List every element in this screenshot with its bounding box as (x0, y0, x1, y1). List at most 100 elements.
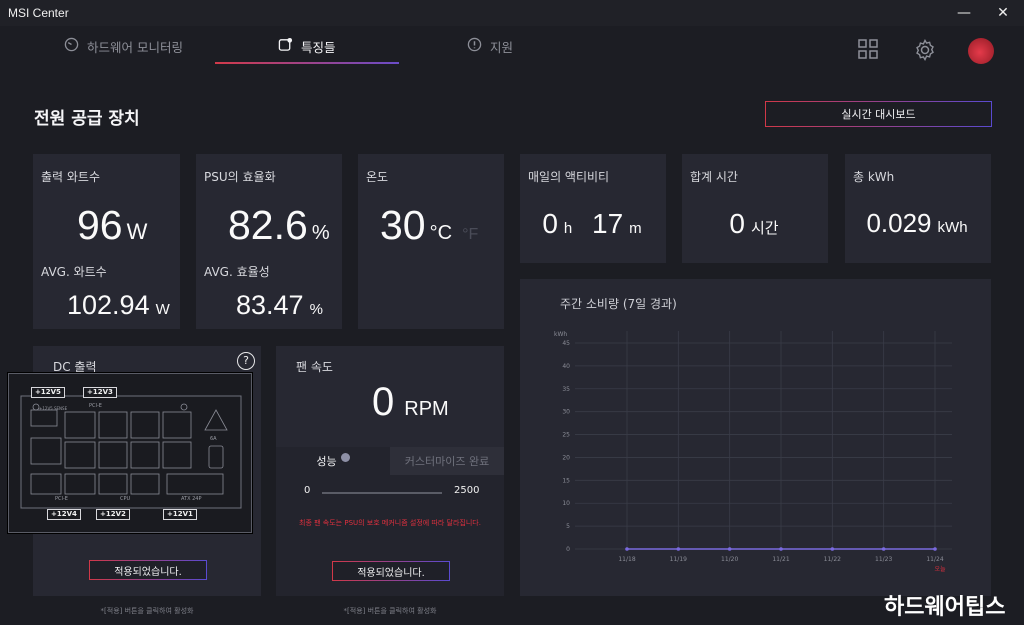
msi-center-window: MSI Center — ✕ 하드웨어 모니터링 특징들 지원 전원 공급 장치… (0, 0, 1024, 625)
psu-efficiency-card: PSU의 효율화 82.6% AVG. 효율성 83.47% (196, 154, 342, 329)
tab-features[interactable]: 특징들 (278, 26, 336, 66)
tab-label: 특징들 (301, 39, 336, 55)
fan-apply-button[interactable]: 적용되었습니다. (332, 561, 450, 581)
avg-efficiency-label: AVG. 효율성 (204, 265, 270, 279)
y-tick-label: 15 (562, 477, 570, 484)
total-time-unit: 시간 (750, 220, 779, 237)
fan-slider[interactable] (322, 492, 442, 494)
temperature-value: 30 °C °F (380, 202, 478, 249)
temperature-card: 온도 30 °C °F (358, 154, 504, 329)
slider-max: 2500 (454, 485, 480, 496)
data-point (933, 547, 937, 551)
title-bar: MSI Center — ✕ (0, 0, 1024, 26)
fan-settings-body: 0 2500 최종 팬 속도는 PSU의 보호 메커니즘 설정에 따라 달라집니… (276, 475, 504, 596)
grid-icon[interactable] (857, 38, 881, 62)
daily-activity-label: 매일의 액티비티 (528, 170, 610, 184)
data-point (727, 547, 732, 551)
fan-warning: 최종 팬 속도는 PSU의 보호 메커니즘 설정에 따라 달라집니다. (299, 519, 481, 527)
x-tick-label: 11/18 (618, 556, 635, 563)
minimize-button[interactable]: — (954, 4, 974, 22)
daily-activity-value: 0h 17 m (520, 208, 666, 240)
output-watts-card: 출력 와트수 96 W AVG. 와트수 102.94 W (33, 154, 180, 329)
y-tick-label: 25 (562, 432, 570, 439)
support-icon (467, 37, 482, 55)
rail-12v5-label: +12V5 (31, 387, 65, 398)
tab-hardware-monitoring[interactable]: 하드웨어 모니터링 (64, 26, 183, 66)
daily-activity-card: 매일의 액티비티 0h 17 m (520, 154, 666, 263)
fan-speed-number: 0 (372, 380, 395, 424)
gear-icon[interactable] (913, 38, 937, 62)
today-label: 오늘 (934, 566, 946, 573)
help-icon[interactable]: ? (237, 352, 255, 370)
features-icon (278, 37, 293, 55)
data-point (830, 547, 835, 551)
fan-speed-value: 0 RPM (372, 380, 449, 425)
total-time-number: 0 (729, 208, 745, 239)
rail-12v3-label: +12V3 (83, 387, 117, 398)
rail-12v4-label: +12V4 (47, 509, 81, 520)
avg-efficiency-unit: % (309, 301, 323, 318)
data-point (625, 547, 629, 551)
fahrenheit-toggle[interactable]: °F (462, 226, 478, 243)
efficiency-label: PSU의 효율화 (204, 170, 276, 184)
x-tick-label: 11/19 (670, 556, 687, 563)
output-watts-label: 출력 와트수 (41, 170, 101, 184)
fan-apply-hint: *[적용] 버튼을 클릭하여 활성화 (343, 607, 437, 615)
total-kwh-number: 0.029 (866, 208, 932, 238)
y-tick-label: 20 (562, 454, 570, 461)
efficiency-number: 82.6 (228, 202, 308, 248)
close-button[interactable]: ✕ (993, 4, 1013, 22)
gauge-icon (64, 37, 79, 55)
total-kwh-value: 0.029 kWh (845, 208, 991, 239)
data-point (676, 547, 681, 551)
avg-efficiency-number: 83.47 (236, 290, 304, 320)
tab-support[interactable]: 지원 (467, 26, 513, 66)
avg-watts-number: 102.94 (67, 290, 150, 320)
avg-watts-label: AVG. 와트수 (41, 265, 107, 279)
avg-efficiency-value: 83.47% (236, 290, 323, 321)
rail-12v2-label: +12V2 (96, 509, 130, 520)
celsius-toggle[interactable]: °C (430, 222, 452, 244)
y-tick-label: 5 (566, 523, 570, 530)
activity-minutes-unit: m (629, 220, 642, 237)
realtime-dashboard-button[interactable]: 실시간 대시보드 (765, 101, 992, 127)
temperature-number: 30 (380, 202, 426, 248)
activity-hours: 0 (542, 208, 558, 239)
avg-watts-value: 102.94 W (67, 290, 170, 321)
page-title: 전원 공급 장치 (34, 109, 140, 129)
tab-label: 지원 (490, 39, 514, 55)
fan-speed-label: 팬 속도 (296, 360, 333, 374)
total-kwh-label: 총 kWh (853, 170, 895, 184)
total-kwh-card: 총 kWh 0.029 kWh (845, 154, 991, 263)
active-tab-indicator (215, 62, 399, 64)
pcie-label-top: PCI-E (89, 403, 102, 409)
y-tick-label: 30 (562, 409, 570, 416)
slider-min: 0 (304, 485, 311, 496)
data-point (881, 547, 886, 551)
total-kwh-unit: kWh (937, 219, 968, 236)
atx24p-label: ATX 24P (181, 496, 202, 502)
total-time-card: 합계 시간 0 시간 (682, 154, 828, 263)
psu-connector-diagram: +12V5 +12V3 +12V4 +12V2 +12V1 +12V5 SENS… (8, 373, 252, 533)
y-tick-label: 45 (562, 340, 570, 347)
efficiency-unit: % (311, 222, 330, 244)
tab-label: 하드웨어 모니터링 (87, 39, 183, 55)
dc-apply-button[interactable]: 적용되었습니다. (89, 560, 207, 580)
efficiency-value: 82.6% (228, 202, 330, 249)
dragon-avatar-icon[interactable] (968, 38, 994, 64)
tab-customize[interactable]: 커스터마이즈 완료 (390, 447, 504, 475)
x-tick-label: 11/20 (721, 556, 738, 563)
fan-speed-unit: RPM (404, 398, 449, 420)
dc-apply-hint: *[적용] 버튼을 클릭하여 활성화 (100, 607, 194, 615)
weekly-consumption-panel: 주간 소비량 (7일 경과) kWh 0 5 10 15 20 25 30 35 40 45 11/1… (520, 279, 991, 596)
total-time-value: 0 시간 (682, 208, 828, 240)
temperature-label: 온도 (366, 170, 389, 184)
avg-watts-unit: W (155, 301, 170, 318)
y-tick-label: 0 (566, 546, 570, 553)
y-axis-label: kWh (554, 331, 567, 338)
total-time-label: 합계 시간 (690, 170, 738, 184)
activity-minutes: 17 (592, 208, 624, 239)
tab-performance[interactable]: 성능 (276, 447, 390, 475)
x-tick-label: 11/24 (926, 556, 943, 563)
cpu-label: CPU (120, 496, 131, 502)
